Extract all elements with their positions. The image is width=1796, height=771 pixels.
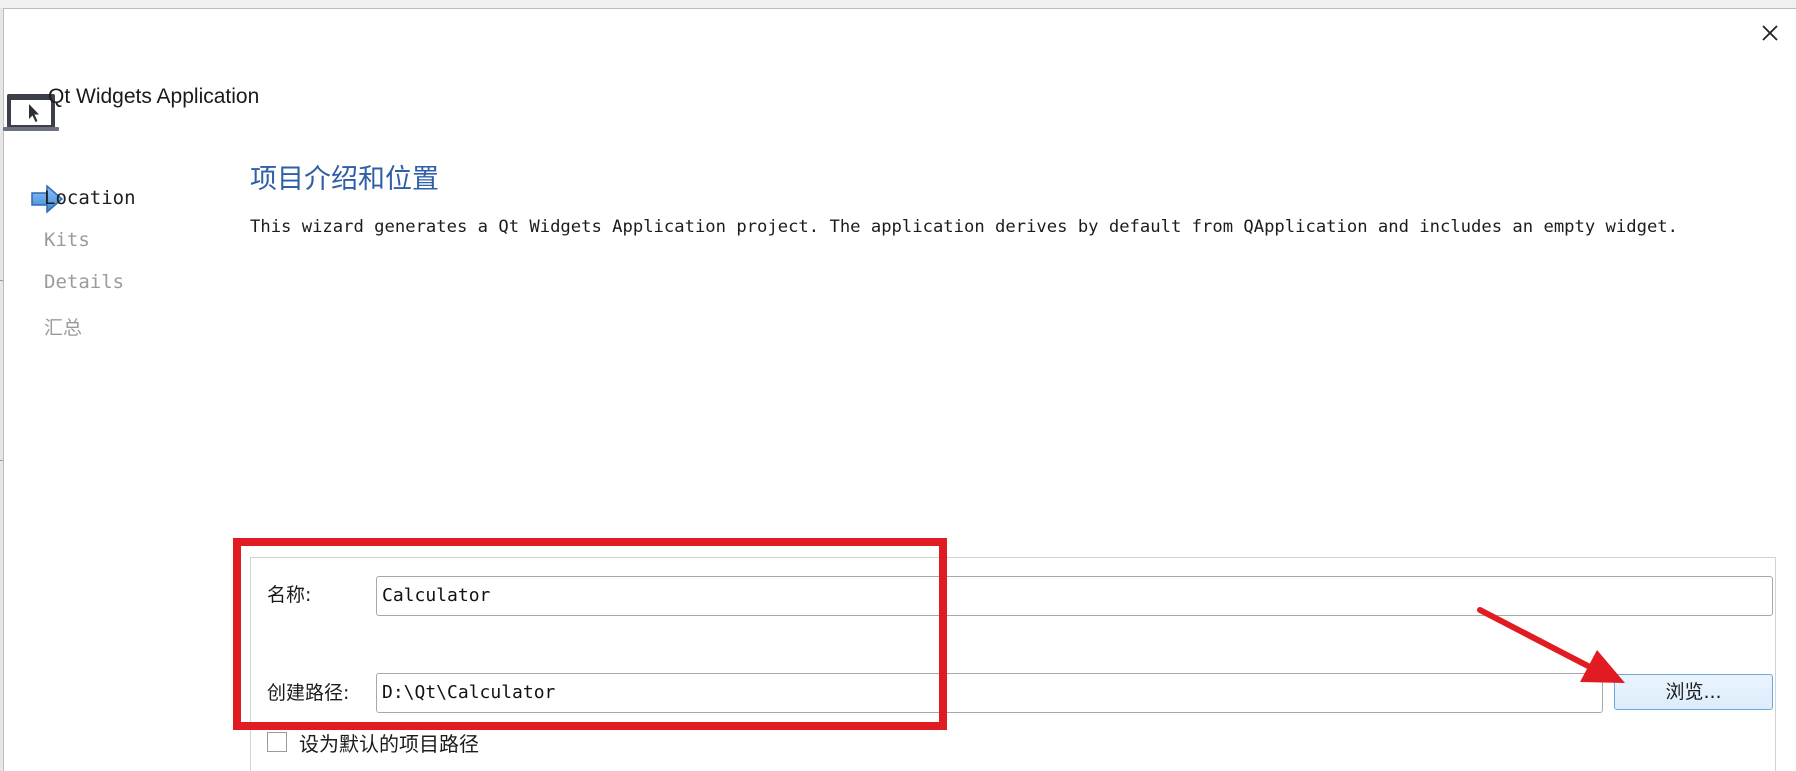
step-summary: 汇总	[44, 317, 83, 339]
close-button[interactable]	[1757, 20, 1783, 46]
step-kits: Kits	[44, 229, 90, 251]
step-details: Details	[44, 271, 125, 293]
annotation-highlight-box	[233, 538, 947, 730]
annotation-arrow-icon	[1477, 607, 1625, 683]
default-path-checkbox[interactable]	[267, 732, 287, 752]
screen: Qt Widgets Application Location Kits Det…	[0, 0, 1796, 771]
page-heading: 项目介绍和位置	[250, 164, 439, 195]
dialog-title: Qt Widgets Application	[48, 85, 260, 108]
step-location: Location	[44, 187, 136, 209]
default-path-checkbox-label: 设为默认的项目路径	[299, 732, 479, 756]
page-description: This wizard generates a Qt Widgets Appli…	[250, 217, 1678, 237]
close-icon	[1762, 25, 1778, 41]
